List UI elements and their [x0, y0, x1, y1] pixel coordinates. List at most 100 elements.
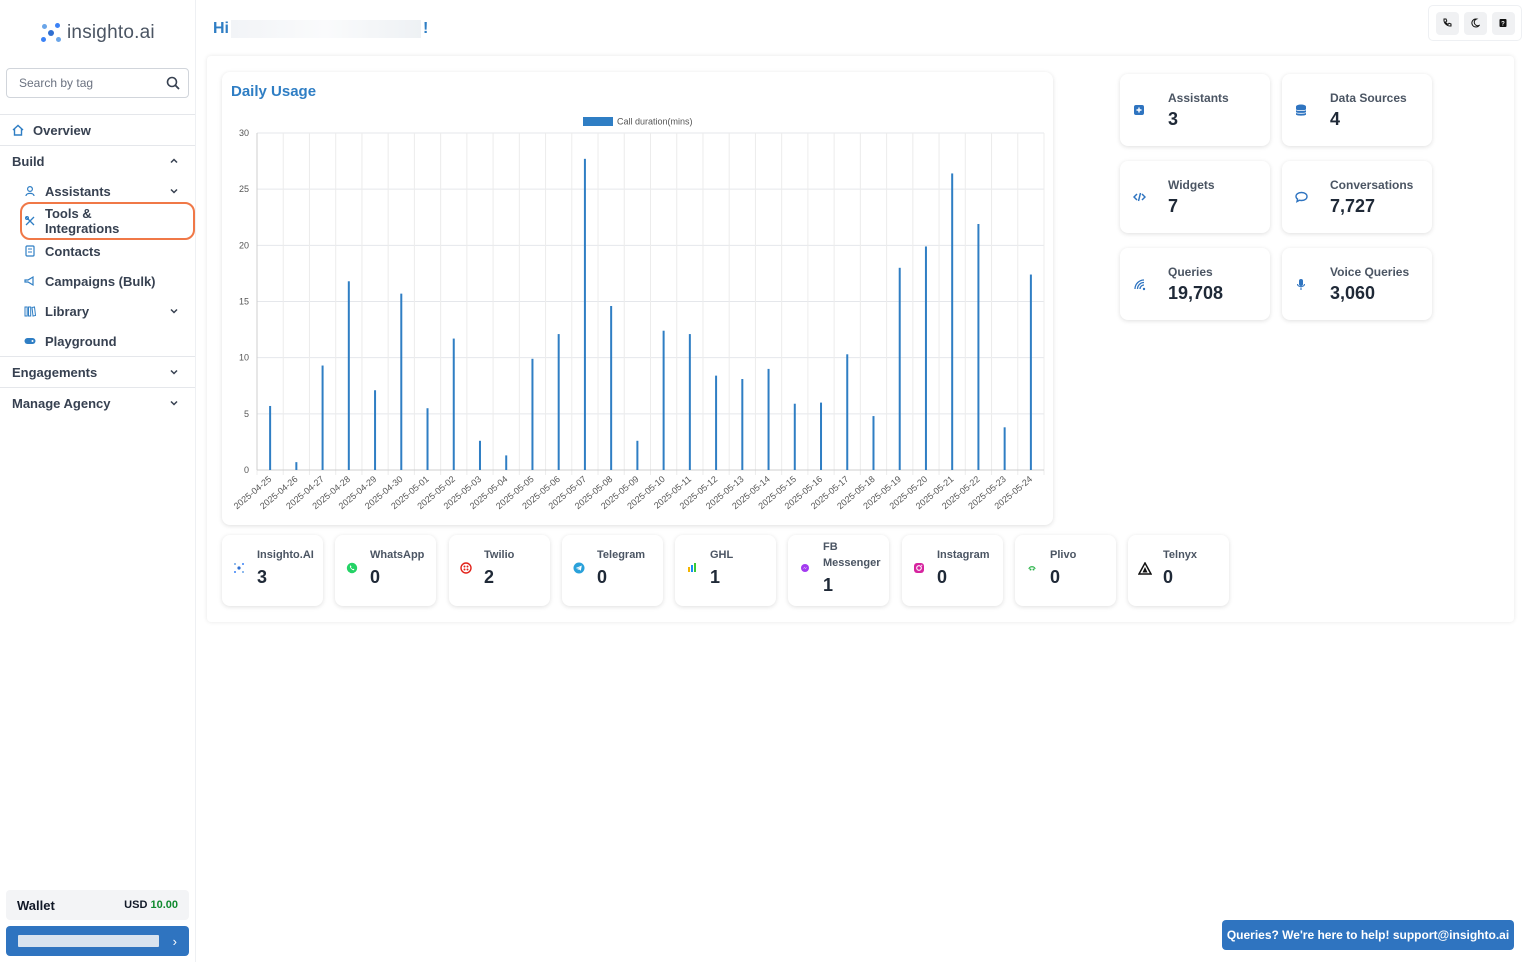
sidebar-section-build[interactable]: Build: [0, 145, 195, 176]
channel-label: Instagram: [937, 549, 990, 561]
twilio-icon: [459, 561, 473, 575]
channel-card-telegram[interactable]: Telegram 0: [562, 535, 663, 606]
bar: [374, 390, 377, 470]
brand-logo[interactable]: insighto.ai: [40, 22, 155, 44]
bar: [872, 416, 875, 470]
channel-card-twilio[interactable]: Twilio 2: [449, 535, 550, 606]
tag-search[interactable]: [6, 68, 189, 98]
telegram-icon: [572, 561, 586, 575]
search-input[interactable]: [19, 76, 159, 90]
legend-label: Call duration(mins): [617, 117, 693, 127]
stat-card-queries[interactable]: Queries 19,708: [1120, 248, 1270, 320]
channel-value: 0: [597, 567, 608, 587]
bar: [452, 338, 455, 470]
channel-value: 0: [370, 567, 381, 587]
y-tick-label: 15: [239, 297, 249, 307]
sidebar-item-contacts[interactable]: Contacts: [0, 236, 195, 266]
bar: [741, 379, 744, 470]
channel-card-telnyx[interactable]: Telnyx 0: [1128, 535, 1229, 606]
stat-value: 3,060: [1330, 283, 1376, 303]
sidebar-item-campaigns[interactable]: Campaigns (Bulk): [0, 266, 195, 296]
bar: [478, 440, 481, 470]
y-tick-label: 25: [239, 184, 249, 194]
call-button[interactable]: [1435, 11, 1459, 35]
channel-card-insighto[interactable]: Insighto.AI 3: [222, 535, 323, 606]
stat-value: 19,708: [1168, 283, 1224, 303]
phone-icon: [1443, 18, 1452, 27]
gamepad-icon: [24, 335, 36, 347]
instagram-icon: [912, 561, 926, 575]
account-switcher-button[interactable]: ›: [6, 926, 189, 956]
assistant-plus-icon: [1132, 103, 1146, 117]
channel-value: 0: [937, 567, 948, 587]
channel-value: 0: [1163, 567, 1174, 587]
help-docs-button[interactable]: ?: [1491, 11, 1515, 35]
chevron-down-icon: [170, 400, 178, 406]
stat-label: Assistants: [1168, 91, 1229, 105]
sidebar-nav: Overview Build Assistants Tools & Integr…: [0, 114, 195, 418]
channel-card-plivo[interactable]: Plivo 0: [1015, 535, 1116, 606]
chevron-down-icon: [170, 308, 178, 314]
stat-label: Queries: [1168, 265, 1213, 279]
plivo-icon: [1025, 561, 1039, 575]
bar: [610, 305, 613, 470]
channel-card-ghl[interactable]: GHL 1: [675, 535, 776, 606]
dark-mode-toggle[interactable]: [1463, 11, 1487, 35]
bar: [951, 173, 954, 470]
bar: [295, 462, 298, 470]
channel-label: Telnyx: [1163, 549, 1198, 561]
channel-label: Plivo: [1050, 549, 1077, 561]
sidebar-item-overview[interactable]: Overview: [0, 114, 195, 145]
bar: [400, 293, 403, 470]
search-icon[interactable]: [166, 76, 180, 90]
bar: [321, 365, 324, 470]
chevron-right-icon: ›: [172, 933, 177, 949]
bar: [662, 330, 665, 470]
stat-label: Widgets: [1168, 178, 1215, 192]
channel-label: Twilio: [484, 549, 515, 561]
greeting-prefix: Hi: [213, 20, 229, 37]
sidebar-section-manage-agency[interactable]: Manage Agency: [0, 387, 195, 418]
bar: [557, 334, 560, 470]
sidebar-item-label: Contacts: [45, 243, 101, 259]
ghl-logo-icon: [685, 561, 699, 575]
stat-card-assistants[interactable]: Assistants 3: [1120, 74, 1270, 146]
channel-label: FB Messenger: [823, 541, 881, 569]
home-icon: [12, 124, 24, 136]
stat-value: 7: [1168, 196, 1179, 216]
stat-card-data-sources[interactable]: Data Sources 4: [1282, 74, 1432, 146]
channel-value: 1: [710, 567, 721, 587]
moon-icon: [1471, 18, 1480, 28]
sidebar-section-label: Engagements: [12, 364, 98, 380]
bar: [531, 358, 534, 470]
channel-card-instagram[interactable]: Instagram 0: [902, 535, 1003, 606]
bar: [715, 375, 718, 470]
bar: [269, 405, 272, 470]
channel-card-whatsapp[interactable]: WhatsApp 0: [335, 535, 436, 606]
stat-card-conversations[interactable]: Conversations 7,727: [1282, 161, 1432, 233]
stat-card-voice-queries[interactable]: Voice Queries 3,060: [1282, 248, 1432, 320]
stat-value: 4: [1330, 109, 1341, 129]
contact-card-icon: [24, 245, 36, 257]
stat-value: 3: [1168, 109, 1179, 129]
whatsapp-icon: [345, 561, 359, 575]
channel-value: 3: [257, 567, 268, 587]
bar: [347, 281, 350, 470]
brand-name: insighto.ai: [67, 22, 155, 43]
stat-card-widgets[interactable]: Widgets 7: [1120, 161, 1270, 233]
channel-card-fb-messenger[interactable]: FB Messenger 1: [788, 535, 889, 606]
sidebar-item-library[interactable]: Library: [0, 296, 195, 326]
person-icon: [24, 185, 36, 197]
sidebar-section-engagements[interactable]: Engagements: [0, 356, 195, 387]
stat-label: Conversations: [1330, 178, 1414, 192]
y-tick-label: 5: [244, 409, 249, 419]
code-icon: [1132, 190, 1146, 204]
chevron-up-icon: [170, 158, 178, 164]
bar: [846, 354, 849, 470]
support-help-button[interactable]: Queries? We're here to help! support@ins…: [1222, 920, 1514, 950]
stat-label: Data Sources: [1330, 91, 1407, 105]
channel-label: GHL: [710, 549, 734, 561]
sidebar-item-playground[interactable]: Playground: [0, 326, 195, 356]
sidebar-item-tools-integrations[interactable]: Tools & Integrations: [0, 202, 195, 240]
telnyx-icon: [1138, 561, 1152, 575]
